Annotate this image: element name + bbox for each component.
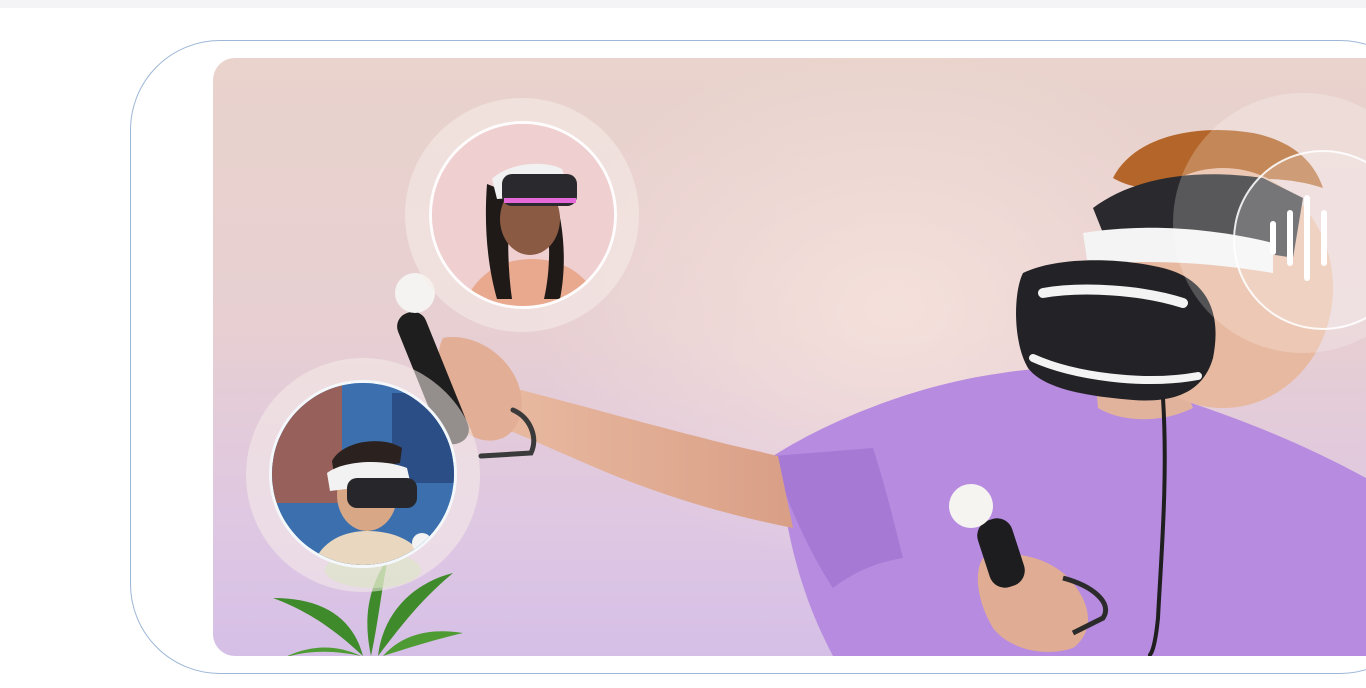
page: [0, 0, 1366, 688]
avatar-woman-vr: [429, 121, 617, 309]
top-strip: [0, 0, 1366, 8]
avatar-man-vr: [269, 380, 457, 568]
hero-photo: [213, 58, 1366, 656]
audio-waveform-icon: [1270, 193, 1327, 283]
